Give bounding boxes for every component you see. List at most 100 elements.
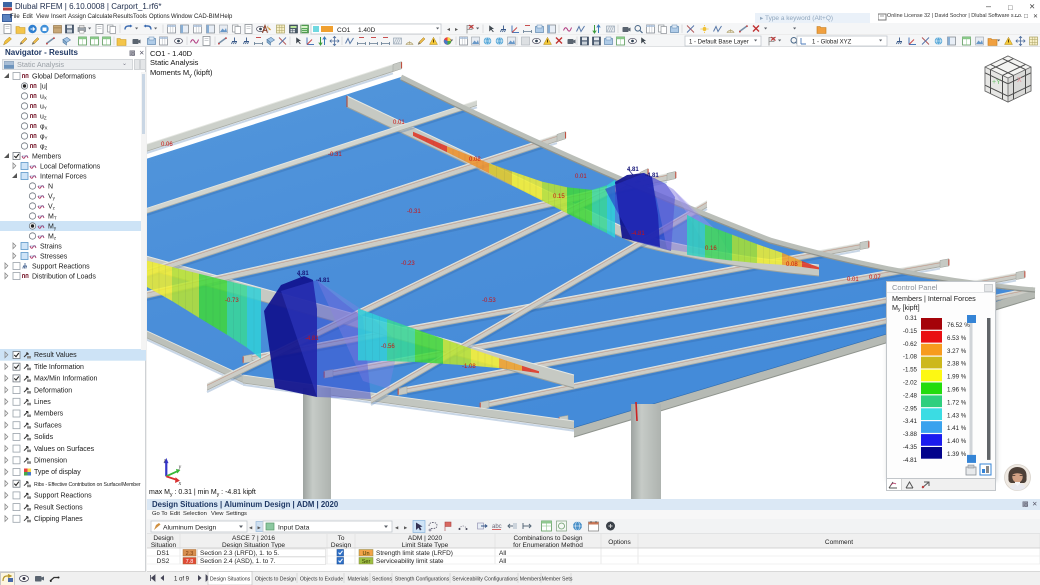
svg-text:Result Values: Result Values [34,352,77,359]
svg-text:-4.81: -4.81 [631,231,645,237]
svg-text:Type of display: Type of display [34,469,81,476]
svg-text:◂: ◂ [395,525,399,532]
svg-text:▸: ▸ [404,525,408,532]
svg-text:Members: Members [34,411,64,418]
svg-text:Materials: Materials [347,576,368,582]
svg-text:+Y: +Y [992,79,1001,86]
svg-text:1.39 %: 1.39 % [947,451,967,458]
svg-text:-0.15: -0.15 [903,328,918,335]
svg-text:-0.73: -0.73 [225,298,239,304]
svg-text:Member Sets: Member Sets [542,576,573,582]
svg-text:N: N [48,184,53,191]
svg-text:ASCE 7 | 2016: ASCE 7 | 2016 [232,535,275,542]
svg-text:1.72 %: 1.72 % [947,399,967,406]
svg-text:Values on Surfaces: Values on Surfaces [34,446,95,453]
svg-text:-2.95: -2.95 [903,405,918,412]
svg-text:Title Information: Title Information [34,364,84,371]
svg-text:Members: Members [520,576,542,582]
svg-text:Solids: Solids [34,434,54,441]
svg-text:1.40 %: 1.40 % [947,438,967,445]
svg-text:-0.23: -0.23 [401,261,415,267]
svg-text:-1.08: -1.08 [462,364,476,370]
svg-text:ADM | 2020: ADM | 2020 [408,535,443,542]
svg-text:-4.81: -4.81 [305,336,319,342]
svg-text:-3.88: -3.88 [903,431,918,438]
svg-text:Global Deformations: Global Deformations [32,74,96,81]
svg-text:MT: MT [48,214,57,221]
svg-text:0.08: 0.08 [786,262,798,268]
svg-text:Mz: Mz [48,234,57,241]
svg-text:-0.56: -0.56 [381,344,395,350]
svg-text:◂: ◂ [249,525,253,532]
svg-text:DS1: DS1 [157,550,170,557]
svg-text:Design: Design [153,535,174,542]
svg-text:DS2: DS2 [157,558,170,565]
svg-text:Options: Options [608,539,631,546]
svg-text:Objects to Design: Objects to Design [255,576,296,582]
svg-text:-0.31: -0.31 [407,209,421,215]
svg-text:0.06: 0.06 [161,142,173,148]
svg-text:uZ: uZ [40,114,47,121]
svg-text:-4.81: -4.81 [316,278,330,284]
svg-text:Design Situations: Design Situations [210,576,251,582]
svg-text:1.99 %: 1.99 % [947,374,967,381]
svg-text:Serviceability Configurations: Serviceability Configurations [452,576,518,582]
svg-text:Distribution of Loads: Distribution of Loads [32,274,96,281]
svg-text:Deformation: Deformation [34,387,72,394]
svg-text:x: x [178,481,182,487]
svg-text:-1.55: -1.55 [903,367,918,374]
svg-text:CO1: CO1 [337,27,351,34]
svg-text:-0.62: -0.62 [903,341,918,348]
svg-text:φY: φY [40,134,48,141]
svg-text:φZ: φZ [40,144,48,151]
svg-text:1.40D: 1.40D [358,27,376,34]
svg-text:Section 2.4 (ASD), 1. to 7.: Section 2.4 (ASD), 1. to 7. [200,558,276,565]
svg-text:0.07: 0.07 [869,275,881,281]
svg-text:Max/Min Information: Max/Min Information [34,376,98,383]
svg-text:|u|: |u| [40,84,48,91]
svg-text:0.15: 0.15 [553,194,565,200]
svg-text:φX: φX [40,124,48,131]
svg-text:-4.35: -4.35 [903,444,918,451]
svg-text:Members: Members [32,154,62,161]
svg-text:4.81: 4.81 [297,271,309,277]
svg-text:Support Reactions: Support Reactions [34,493,92,500]
svg-text:▸: ▸ [455,27,458,33]
svg-text:2.38 %: 2.38 % [947,361,967,368]
svg-text:Lines: Lines [34,399,51,406]
svg-text:2.3: 2.3 [186,551,194,557]
svg-text:All: All [499,558,507,565]
svg-text:Internal Forces: Internal Forces [40,174,87,181]
svg-text:6.53 %: 6.53 % [947,335,967,342]
svg-text:Aluminum Design: Aluminum Design [163,525,216,532]
svg-text:1.96 %: 1.96 % [947,387,967,394]
svg-text:Stresses: Stresses [40,254,68,261]
svg-text:0.01: 0.01 [847,277,859,283]
svg-text:1 - Default Base Layer: 1 - Default Base Layer [689,39,749,45]
svg-text:0.01: 0.01 [575,174,587,180]
svg-text:76.52 %: 76.52 % [947,322,970,329]
svg-text:Ribs - Effective Contribution: Ribs - Effective Contribution on Surface… [34,482,141,488]
svg-text:-1.08: -1.08 [903,354,918,361]
svg-text:-4.81: -4.81 [645,173,659,179]
svg-text:My: My [48,224,57,231]
svg-text:Strength Configurations: Strength Configurations [395,576,450,582]
svg-text:-2.48: -2.48 [903,392,918,399]
svg-text:All: All [499,550,507,557]
svg-text:1.43 %: 1.43 % [947,412,967,419]
svg-text:0.08: 0.08 [469,157,481,163]
svg-text:X: X [1017,77,1022,84]
svg-text:1.41 %: 1.41 % [947,425,967,432]
svg-text:Combinations to Design: Combinations to Design [513,535,582,542]
svg-text:Dimension: Dimension [34,458,67,465]
svg-text:Section 2.3 (LRFD), 1. to 5.: Section 2.3 (LRFD), 1. to 5. [200,550,279,557]
svg-text:7.8: 7.8 [186,559,194,565]
svg-text:Vy: Vy [48,194,56,201]
svg-text:To: To [338,535,345,542]
svg-text:Local Deformations: Local Deformations [40,164,101,171]
svg-text:Serviceability limit state: Serviceability limit state [376,558,444,565]
svg-text:Un: Un [362,551,369,557]
svg-text:abc: abc [492,524,502,530]
svg-text:Ser: Ser [362,559,371,565]
svg-text:Surfaces: Surfaces [34,422,62,429]
